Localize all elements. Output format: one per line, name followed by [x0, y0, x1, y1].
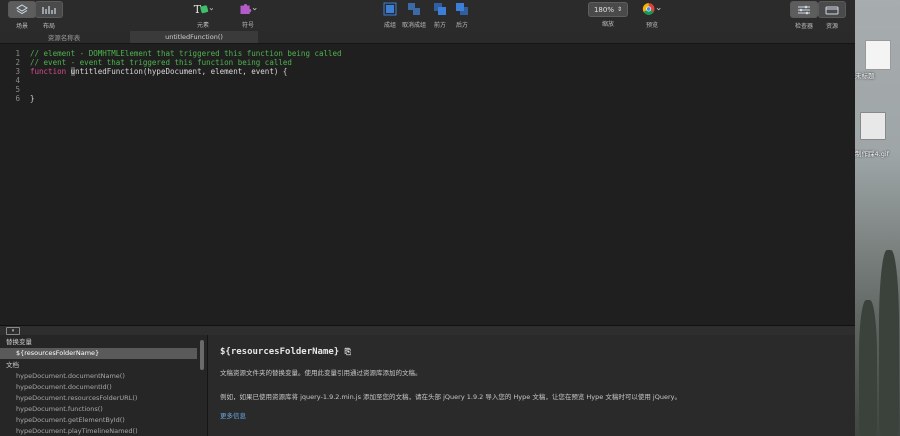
inspector-icon [790, 1, 818, 18]
code-text: } [30, 94, 35, 103]
text-element-icon: T [193, 1, 213, 17]
code-line: 3 function untitledFunction(hypeDocument,… [0, 67, 287, 76]
inspector-label: 检查器 [794, 23, 813, 30]
puzzle-icon [238, 1, 258, 17]
gif-file-icon[interactable] [860, 112, 886, 140]
line-number: 1 [15, 49, 20, 58]
bring-front-label: 前方 [433, 22, 446, 29]
bring-front-button[interactable]: 前方 [430, 0, 450, 31]
toolbar: 场景 布局 T 元素 符号 成组 取消成组 前方 后方 180% ⇕ 缩放 预览… [0, 0, 855, 32]
ungroup-label: 取消成组 [402, 22, 427, 29]
ungroup-icon [404, 1, 424, 17]
send-back-icon [452, 1, 472, 17]
chevron-down-icon[interactable]: ▾ [6, 327, 20, 335]
zoom-control[interactable]: 180% ⇕ 缩放 [588, 0, 628, 31]
desktop-background: 未标题 制作踩4.gif [855, 0, 900, 436]
library-icon [818, 1, 846, 18]
code-comment: // event - event that triggered this fun… [30, 58, 292, 67]
more-info-link[interactable]: 更多信息 [220, 410, 246, 420]
list-item[interactable]: hypeDocument.getElementById() [0, 415, 197, 426]
code-line: 6} [0, 94, 35, 103]
list-item[interactable]: hypeDocument.functions() [0, 404, 197, 415]
zoom-select[interactable]: 180% ⇕ [588, 2, 628, 17]
detail-title: ${resourcesFolderName} ⎘ [220, 347, 352, 357]
scenes-button[interactable]: 场景 [8, 0, 36, 31]
scenes-label: 场景 [15, 23, 28, 30]
elements-label: 元素 [196, 22, 209, 29]
layout-button[interactable]: 布局 [35, 0, 63, 31]
line-number: 6 [15, 94, 20, 103]
detail-example: 例如，如果已使用资源库将 jquery-1.9.2.min.js 添加至您的文稿… [220, 393, 681, 401]
svg-text:T: T [194, 3, 202, 16]
tree-silhouette [879, 250, 899, 436]
code-keyword: function [30, 67, 67, 76]
hype-app-window: 场景 布局 T 元素 符号 成组 取消成组 前方 后方 180% ⇕ 缩放 预览… [0, 0, 855, 436]
list-item[interactable]: hypeDocument.playTimelineNamed() [0, 426, 197, 436]
library-button[interactable]: 资源 [818, 0, 846, 31]
list-item[interactable]: ${resourcesFolderName} [0, 348, 197, 359]
list-item[interactable]: hypeDocument.documentId() [0, 382, 197, 393]
line-number: 3 [15, 67, 20, 76]
desktop-file2-label: 制作踩4.gif [855, 150, 889, 158]
code-line: 1 // element - DOMHTMLElement that trigge… [0, 49, 342, 58]
chevron-updown-icon: ⇕ [616, 6, 623, 13]
code-line: 4 [0, 76, 30, 85]
bring-front-icon [430, 1, 450, 17]
zoom-label: 缩放 [601, 21, 614, 28]
line-number: 4 [15, 76, 20, 85]
desktop-file1-label: 未标题 [855, 72, 875, 80]
symbols-label: 符号 [241, 22, 254, 29]
detail-description: 文稿资源文件夹的替换变量。使用此变量引用通过资源库添加的文稿。 [220, 369, 422, 377]
preview-button[interactable]: 预览 [642, 0, 662, 31]
list-item[interactable]: hypeDocument.documentName() [0, 371, 197, 382]
group-button[interactable]: 成组 [380, 0, 400, 31]
layout-icon [35, 1, 63, 18]
copy-icon[interactable]: ⎘ [345, 347, 351, 356]
symbols-button[interactable]: 符号 [238, 0, 258, 31]
code-editor[interactable]: 1 // element - DOMHTMLElement that trigge… [0, 44, 855, 325]
section-replace-variables: 替换变量 [6, 338, 32, 346]
tree-silhouette [859, 300, 877, 436]
group-icon [380, 1, 400, 17]
api-list: 替换变量 ${resourcesFolderName} 文档 hypeDocum… [0, 335, 207, 436]
api-detail-panel: ${resourcesFolderName} ⎘ 文稿资源文件夹的替换变量。使用… [207, 335, 855, 436]
code-comment: // element - DOMHTMLElement that trigger… [30, 49, 342, 58]
chrome-icon [642, 1, 662, 17]
zoom-value: 180% [593, 5, 614, 14]
code-line: 5 [0, 85, 30, 94]
line-number: 2 [15, 58, 20, 67]
send-back-label: 后方 [455, 22, 468, 29]
group-label: 成组 [383, 22, 396, 29]
preview-label: 预览 [645, 22, 658, 29]
tab-untitled-function[interactable]: untitledFunction() [130, 31, 258, 43]
list-item[interactable]: hypeDocument.resourcesFolderURL() [0, 393, 197, 404]
ungroup-button[interactable]: 取消成组 [402, 0, 426, 31]
file-icon[interactable] [865, 40, 891, 70]
document-tabs: 资源名称表 untitledFunction() [0, 31, 855, 44]
list-scrollbar[interactable] [200, 340, 204, 370]
line-number: 5 [15, 85, 20, 94]
inspector-button[interactable]: 检查器 [790, 0, 818, 31]
layout-label: 布局 [42, 23, 55, 30]
send-back-button[interactable]: 后方 [452, 0, 472, 31]
code-text: ntitledFunction(hypeDocument, element, e… [75, 67, 288, 76]
code-line: 2 // event - event that triggered this fu… [0, 58, 292, 67]
library-label: 资源 [825, 23, 838, 30]
scenes-icon [8, 1, 36, 18]
elements-button[interactable]: T 元素 [193, 0, 213, 31]
section-document: 文档 [6, 361, 19, 369]
tab-resource-names[interactable]: 资源名称表 [0, 31, 128, 43]
